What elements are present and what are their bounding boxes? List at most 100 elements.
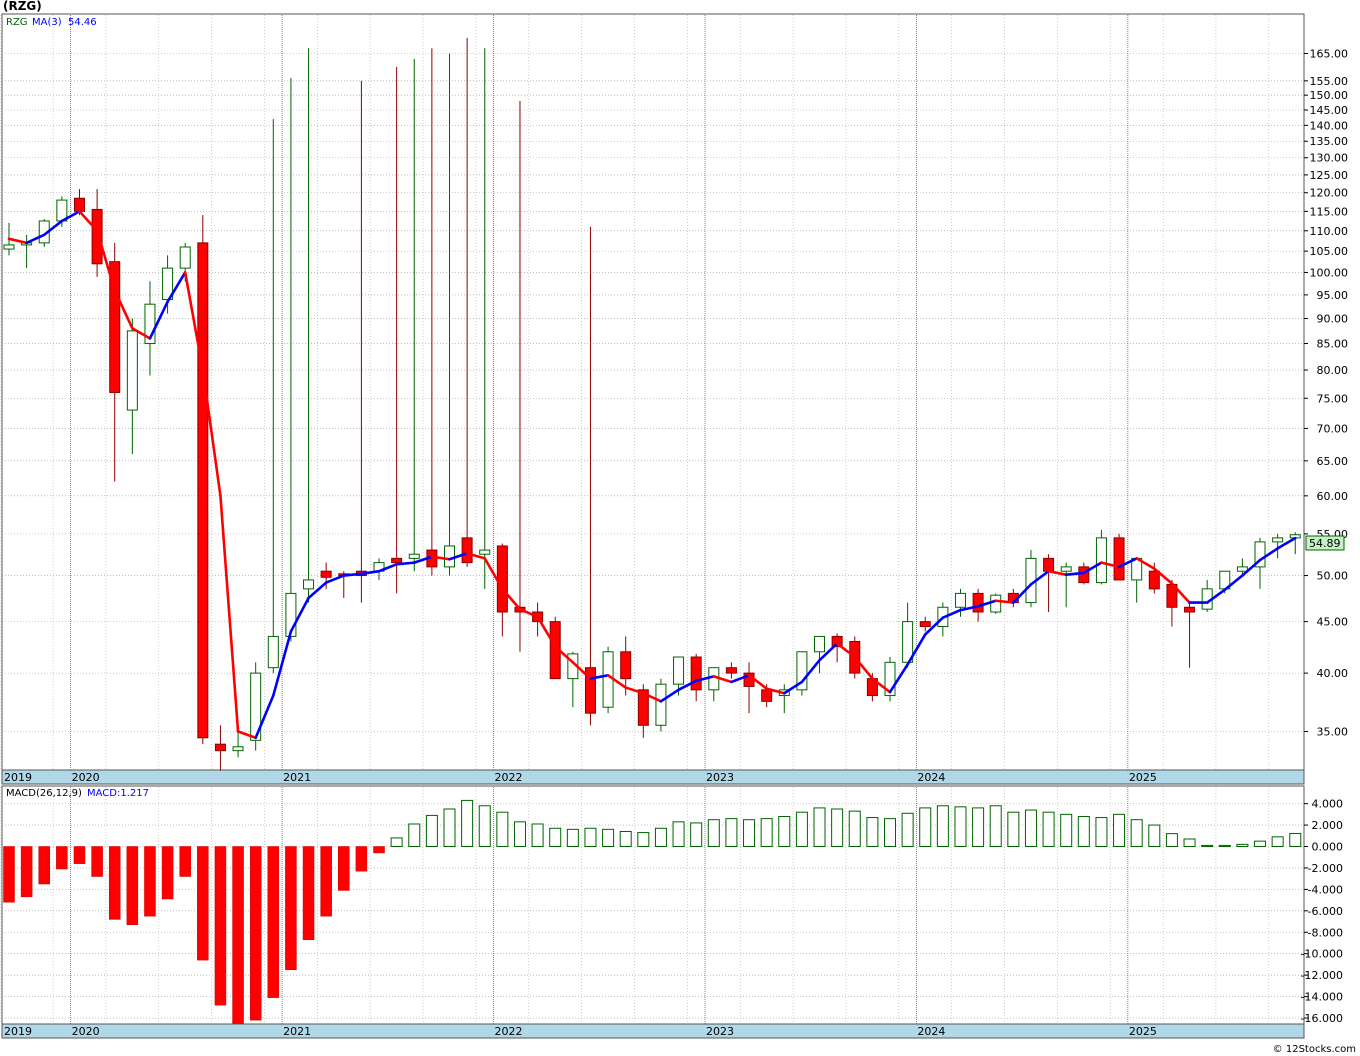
year-label: 2021 — [283, 1025, 311, 1038]
price-tick-label: 60.00 — [1317, 490, 1349, 503]
macd-tick-label: -2.000 — [1308, 862, 1343, 875]
candle-body — [197, 242, 209, 739]
price-tick-label: 125.00 — [1310, 169, 1349, 182]
macd-tick-label: -10.000 — [1301, 948, 1343, 961]
year-label: 2020 — [72, 1025, 100, 1038]
macd-bar — [1271, 836, 1284, 847]
macd-bar — [602, 828, 615, 848]
ma-segment — [1064, 571, 1086, 576]
macd-bar — [919, 807, 932, 848]
macd-bar — [813, 807, 826, 848]
year-label: 2021 — [283, 771, 311, 784]
macd-bar — [126, 846, 139, 926]
ma-segment — [395, 561, 416, 566]
legend-ma-value: 54.46 — [68, 17, 97, 28]
year-label: 2019 — [4, 771, 32, 784]
candle-body — [320, 570, 332, 578]
macd-bar — [584, 827, 597, 848]
year-label: 2025 — [1129, 1025, 1157, 1038]
macd-tick-label: -8.000 — [1308, 926, 1343, 939]
macd-bar — [1201, 844, 1214, 847]
macd-bar — [373, 846, 385, 854]
ma-segment — [994, 599, 1015, 604]
candle-body — [1043, 557, 1055, 572]
macd-bar — [425, 814, 438, 847]
macd-bar — [954, 806, 967, 847]
macd-bar — [1113, 813, 1126, 848]
price-tick-label: 95.00 — [1317, 289, 1349, 302]
price-tick-label: 85.00 — [1317, 338, 1349, 351]
price-tick-label: 45.00 — [1317, 616, 1349, 629]
year-label: 2019 — [4, 1025, 32, 1038]
macd-bar — [338, 846, 350, 891]
macd-bar — [1236, 843, 1249, 848]
price-tick-label: 150.00 — [1310, 89, 1349, 102]
macd-bar — [989, 805, 1002, 847]
candle-body — [1060, 566, 1072, 572]
macd-bar — [936, 805, 949, 847]
macd-tick-label: -12.000 — [1301, 969, 1343, 982]
year-label: 2022 — [495, 1025, 523, 1038]
macd-bar — [390, 837, 403, 848]
price-tick-label: 90.00 — [1317, 313, 1349, 326]
candle-body — [1148, 570, 1160, 590]
macd-bar — [1130, 819, 1143, 848]
macd-bar — [531, 823, 544, 847]
macd-tick-label: -4.000 — [1308, 883, 1343, 896]
macd-bar — [73, 846, 86, 864]
macd-tick-label: 4.000 — [1312, 798, 1344, 811]
macd-bar — [1148, 824, 1161, 847]
price-tick-label: 135.00 — [1310, 135, 1349, 148]
price-tick-label: 40.00 — [1317, 667, 1349, 680]
candle-body — [267, 635, 279, 669]
macd-bar — [161, 846, 174, 900]
macd-bar — [672, 821, 685, 847]
candle-body — [461, 537, 473, 564]
candle-body — [814, 635, 826, 653]
macd-bar — [637, 832, 650, 848]
macd-bar — [1042, 811, 1055, 847]
macd-bar — [408, 823, 421, 847]
price-tick-label: 70.00 — [1317, 422, 1349, 435]
candle-body — [3, 244, 15, 250]
candle-body — [690, 656, 702, 691]
candle-body — [73, 197, 85, 212]
candle-body — [408, 553, 420, 559]
macd-bar — [1060, 813, 1073, 848]
macd-tick-label: -6.000 — [1308, 905, 1343, 918]
year-label: 2023 — [706, 1025, 734, 1038]
candle-body — [214, 743, 226, 752]
macd-bar — [285, 846, 297, 971]
macd-bar — [1077, 815, 1090, 848]
year-label: 2025 — [1129, 771, 1157, 784]
macd-bar — [690, 822, 703, 848]
macd-bar — [56, 846, 68, 870]
candle-body — [126, 330, 138, 411]
macd-bar — [1289, 832, 1302, 847]
macd-bar — [179, 846, 191, 877]
price-tick-label: 130.00 — [1310, 152, 1349, 165]
macd-bar — [972, 807, 985, 848]
macd-bar — [1218, 844, 1231, 847]
candle-body — [479, 549, 491, 555]
macd-bar — [654, 827, 667, 848]
year-label: 2020 — [72, 771, 100, 784]
candle-body — [1272, 537, 1284, 543]
macd-bar — [232, 846, 244, 1024]
macd-bar — [866, 817, 879, 848]
candle-body — [673, 656, 685, 685]
macd-legend-label: MACD(26,12,9) — [6, 788, 82, 799]
candle-body — [179, 246, 191, 269]
candle-body — [954, 592, 966, 608]
macd-bar — [566, 828, 579, 848]
macd-bar — [848, 810, 861, 848]
price-tick-label: 115.00 — [1310, 205, 1349, 218]
macd-axis: 4.000 2.000 0.000 -2.000 -4.000 -6.000 -8.000 -… — [1301, 798, 1343, 1025]
macd-bar — [1183, 838, 1196, 847]
candle-body — [1184, 606, 1196, 613]
macd-bar — [760, 818, 773, 847]
macd-bar — [778, 815, 791, 848]
candle-body — [91, 208, 103, 265]
chart-title: (RZG) — [3, 0, 42, 13]
price-tick-label: 35.00 — [1317, 726, 1349, 739]
